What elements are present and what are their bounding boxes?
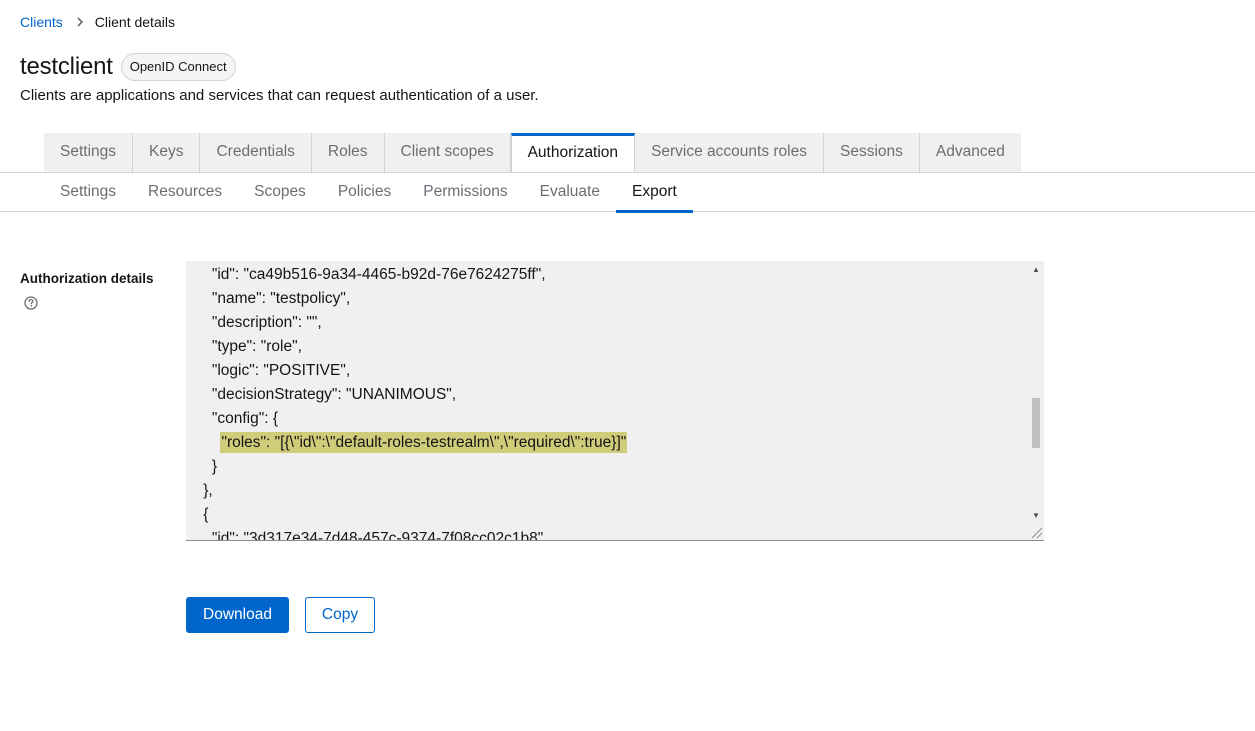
- download-button[interactable]: Download: [186, 597, 289, 633]
- breadcrumb-clients-link[interactable]: Clients: [20, 14, 63, 30]
- code-line: "id": "3d317e34-7d48-457c-9374-7f08cc02c…: [186, 530, 548, 541]
- code-line: "logic": "POSITIVE",: [186, 362, 351, 379]
- copy-button[interactable]: Copy: [305, 597, 375, 633]
- tab-authorization[interactable]: Authorization: [510, 133, 636, 172]
- title-row: testclient OpenID Connect: [20, 50, 236, 84]
- scroll-up-arrow-icon[interactable]: ▲: [1031, 265, 1041, 275]
- tab-client-scopes[interactable]: Client scopes: [385, 133, 511, 172]
- subtab-export[interactable]: Export: [615, 173, 693, 213]
- sub-tabs: Settings Resources Scopes Policies Permissio…: [0, 172, 1255, 213]
- code-line: {: [186, 506, 209, 523]
- subtab-resources[interactable]: Resources: [132, 173, 238, 212]
- code-line: "description": "",: [186, 314, 322, 331]
- scrollbar-thumb[interactable]: [1032, 398, 1040, 448]
- breadcrumb: Clients Client details: [20, 12, 175, 32]
- code-line: "decisionStrategy": "UNANIMOUS",: [186, 386, 457, 403]
- resize-handle-icon[interactable]: [1029, 525, 1043, 539]
- highlighted-code: "roles": "[{\"id\":\"default-roles-testr…: [220, 432, 628, 453]
- page-title: testclient: [20, 53, 113, 80]
- main-tabs: Settings Keys Credentials Roles Client scope…: [44, 133, 1021, 172]
- code-line: "type": "role",: [186, 338, 302, 355]
- protocol-badge: OpenID Connect: [120, 53, 236, 81]
- authorization-details-label: Authorization details: [20, 271, 154, 286]
- chevron-right-icon: [75, 17, 85, 27]
- editor-scrollbar[interactable]: ▲ ▼: [1028, 261, 1044, 540]
- subtab-permissions[interactable]: Permissions: [407, 173, 523, 212]
- tab-service-accounts-roles[interactable]: Service accounts roles: [635, 133, 824, 172]
- tab-sessions[interactable]: Sessions: [824, 133, 920, 172]
- code-line: "config": {: [186, 410, 278, 427]
- tab-keys[interactable]: Keys: [133, 133, 201, 172]
- tab-credentials[interactable]: Credentials: [200, 133, 312, 172]
- breadcrumb-current: Client details: [94, 14, 175, 30]
- code-lines: "id": "ca49b516-9a34-4465-b92d-76e762427…: [186, 263, 1026, 541]
- subtab-evaluate[interactable]: Evaluate: [524, 173, 616, 212]
- tab-roles[interactable]: Roles: [312, 133, 385, 172]
- subtab-scopes[interactable]: Scopes: [238, 173, 322, 212]
- code-line: },: [186, 482, 213, 499]
- code-line: "name": "testpolicy",: [186, 290, 351, 307]
- tab-settings[interactable]: Settings: [44, 133, 134, 172]
- subtab-policies[interactable]: Policies: [322, 173, 407, 212]
- help-icon[interactable]: [24, 296, 38, 310]
- code-line: "roles": "[{\"id\":\"default-roles-testr…: [186, 431, 1026, 455]
- code-line: "id": "ca49b516-9a34-4465-b92d-76e762427…: [186, 266, 546, 283]
- scroll-down-arrow-icon[interactable]: ▼: [1031, 511, 1041, 521]
- page-description: Clients are applications and services th…: [20, 87, 539, 104]
- subtab-settings[interactable]: Settings: [44, 173, 132, 212]
- code-line: }: [186, 458, 218, 475]
- authorization-json-editor[interactable]: "id": "ca49b516-9a34-4465-b92d-76e762427…: [186, 261, 1044, 541]
- tab-advanced[interactable]: Advanced: [920, 133, 1021, 172]
